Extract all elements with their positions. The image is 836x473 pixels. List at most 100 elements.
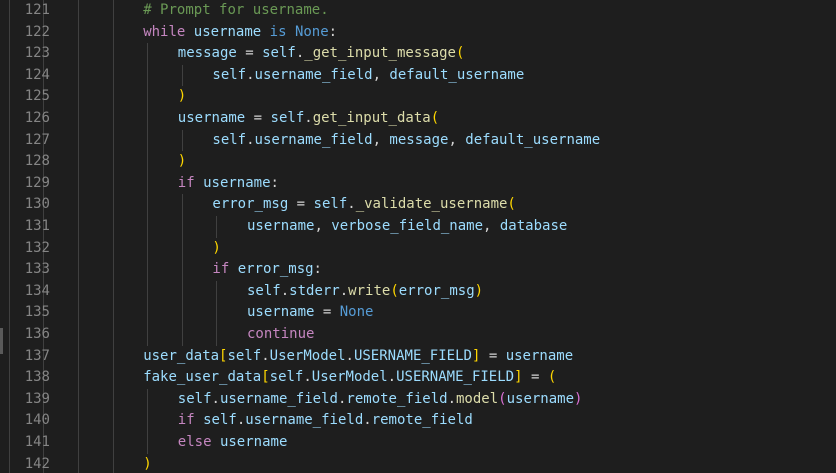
code-token: . <box>236 412 246 429</box>
code-token: self <box>313 196 348 213</box>
code-token: : <box>270 174 279 191</box>
code-token: self <box>270 110 305 126</box>
code-line[interactable]: 137 user_data[self.UserModel.USERNAME_FIE… <box>0 346 836 368</box>
code-line[interactable]: 134 self.stderr.write(error_msg) <box>0 281 836 303</box>
code-token: default_username <box>465 131 601 148</box>
code-token: write <box>348 282 391 299</box>
code-line[interactable]: 125) <box>0 86 836 108</box>
code-token: # Prompt for username. <box>143 2 329 18</box>
code-token: : <box>328 23 338 40</box>
code-line[interactable]: 127 self.username_field, message, default… <box>0 130 836 152</box>
code-token: USERNAME_FIELD <box>396 369 515 386</box>
code-token: . <box>347 196 356 213</box>
code-line[interactable]: 122 while username is None: <box>0 22 836 44</box>
code-token: ) <box>177 88 187 105</box>
code-line[interactable]: 135 username = None <box>0 302 836 324</box>
line-number: 138 <box>24 369 50 386</box>
code-token: else <box>177 434 212 450</box>
line-code: username = None <box>247 302 373 324</box>
code-token: ( <box>390 282 399 299</box>
code-token: , <box>372 66 390 83</box>
code-token: . <box>339 282 349 299</box>
code-token: remote_field <box>346 390 448 407</box>
code-token: _get_input_message <box>304 45 456 62</box>
code-token: error_msg <box>237 261 314 278</box>
code-token: ) <box>212 239 221 256</box>
code-line[interactable]: 138 fake_user_data[self.UserModel.USERNAM… <box>0 367 836 389</box>
code-token: self <box>247 282 281 299</box>
code-line[interactable]: 142) <box>0 454 836 473</box>
code-token: self <box>262 45 296 62</box>
code-token: database <box>499 218 568 234</box>
code-line[interactable]: 140 if self.username_field.remote_field <box>0 410 836 432</box>
code-token: message <box>389 131 449 148</box>
code-line[interactable]: 128) <box>0 151 836 173</box>
code-token: remote_field <box>371 412 473 429</box>
line-number: 128 <box>24 153 50 170</box>
code-token: get_input_data <box>312 110 431 126</box>
code-token: , <box>483 218 500 234</box>
code-token: _validate_username <box>355 196 508 213</box>
code-token: message <box>177 45 237 62</box>
line-number: 140 <box>24 412 50 429</box>
code-token: if <box>177 174 195 191</box>
line-code: continue <box>247 324 314 346</box>
line-code: ) <box>178 86 186 108</box>
line-number: 142 <box>24 455 50 472</box>
code-token: = <box>245 110 271 126</box>
line-number: 137 <box>24 347 50 364</box>
code-token: username_field <box>254 131 373 148</box>
line-code: ) <box>143 454 151 473</box>
code-token: username_field <box>219 390 338 407</box>
code-line[interactable]: 141 else username <box>0 432 836 454</box>
line-number: 125 <box>24 88 50 105</box>
code-token: error_msg <box>212 196 289 213</box>
line-code: self.stderr.write(error_msg) <box>247 281 483 303</box>
line-code: else username <box>178 432 288 454</box>
code-token: continue <box>247 326 315 342</box>
line-code: while username is None: <box>143 22 337 44</box>
line-number: 121 <box>24 2 50 18</box>
code-token: error_msg <box>398 282 475 299</box>
code-token: username <box>505 347 574 364</box>
code-line[interactable]: 132) <box>0 238 836 260</box>
code-token: ( <box>547 369 557 386</box>
code-token: = <box>288 196 314 213</box>
code-token: self <box>212 66 247 83</box>
code-line[interactable]: 131 username, verbose_field_name, databas… <box>0 216 836 238</box>
code-token: = <box>522 369 548 386</box>
code-token: : <box>313 261 322 278</box>
code-editor[interactable]: 121 # Prompt for username. 122 while userna… <box>0 0 836 473</box>
code-token: model <box>456 390 499 407</box>
code-token: ( <box>455 45 465 62</box>
code-line[interactable]: 126 username = self.get_input_data( <box>0 108 836 130</box>
code-line[interactable]: 139 self.username_field.remote_field.mode… <box>0 389 836 411</box>
code-token: = <box>480 347 506 364</box>
line-code: self.username_field.remote_field.model(u… <box>178 389 583 411</box>
code-line[interactable]: 121 # Prompt for username. <box>0 0 836 22</box>
code-token: = <box>236 45 263 62</box>
code-token: ( <box>498 390 507 407</box>
code-token: self <box>227 347 262 364</box>
code-token: . <box>211 390 220 407</box>
code-token: . <box>303 369 312 386</box>
code-token: . <box>280 282 290 299</box>
code-line[interactable]: 124 self.username_field, default_username <box>0 65 836 87</box>
code-token: . <box>304 110 313 126</box>
code-token: . <box>387 369 397 386</box>
code-token: = <box>314 304 340 321</box>
line-number: 126 <box>24 110 50 126</box>
line-number: 130 <box>24 196 50 213</box>
code-token: username <box>247 218 315 234</box>
code-token: ( <box>430 110 440 126</box>
code-token: ) <box>143 455 152 472</box>
code-line[interactable]: 136 continue <box>0 324 836 346</box>
code-line[interactable]: 133 if error_msg: <box>0 259 836 281</box>
code-line[interactable]: 130 error_msg = self._validate_username( <box>0 194 836 216</box>
code-line[interactable]: 129 if username: <box>0 173 836 195</box>
code-line[interactable]: 123 message = self._get_input_message( <box>0 43 836 65</box>
